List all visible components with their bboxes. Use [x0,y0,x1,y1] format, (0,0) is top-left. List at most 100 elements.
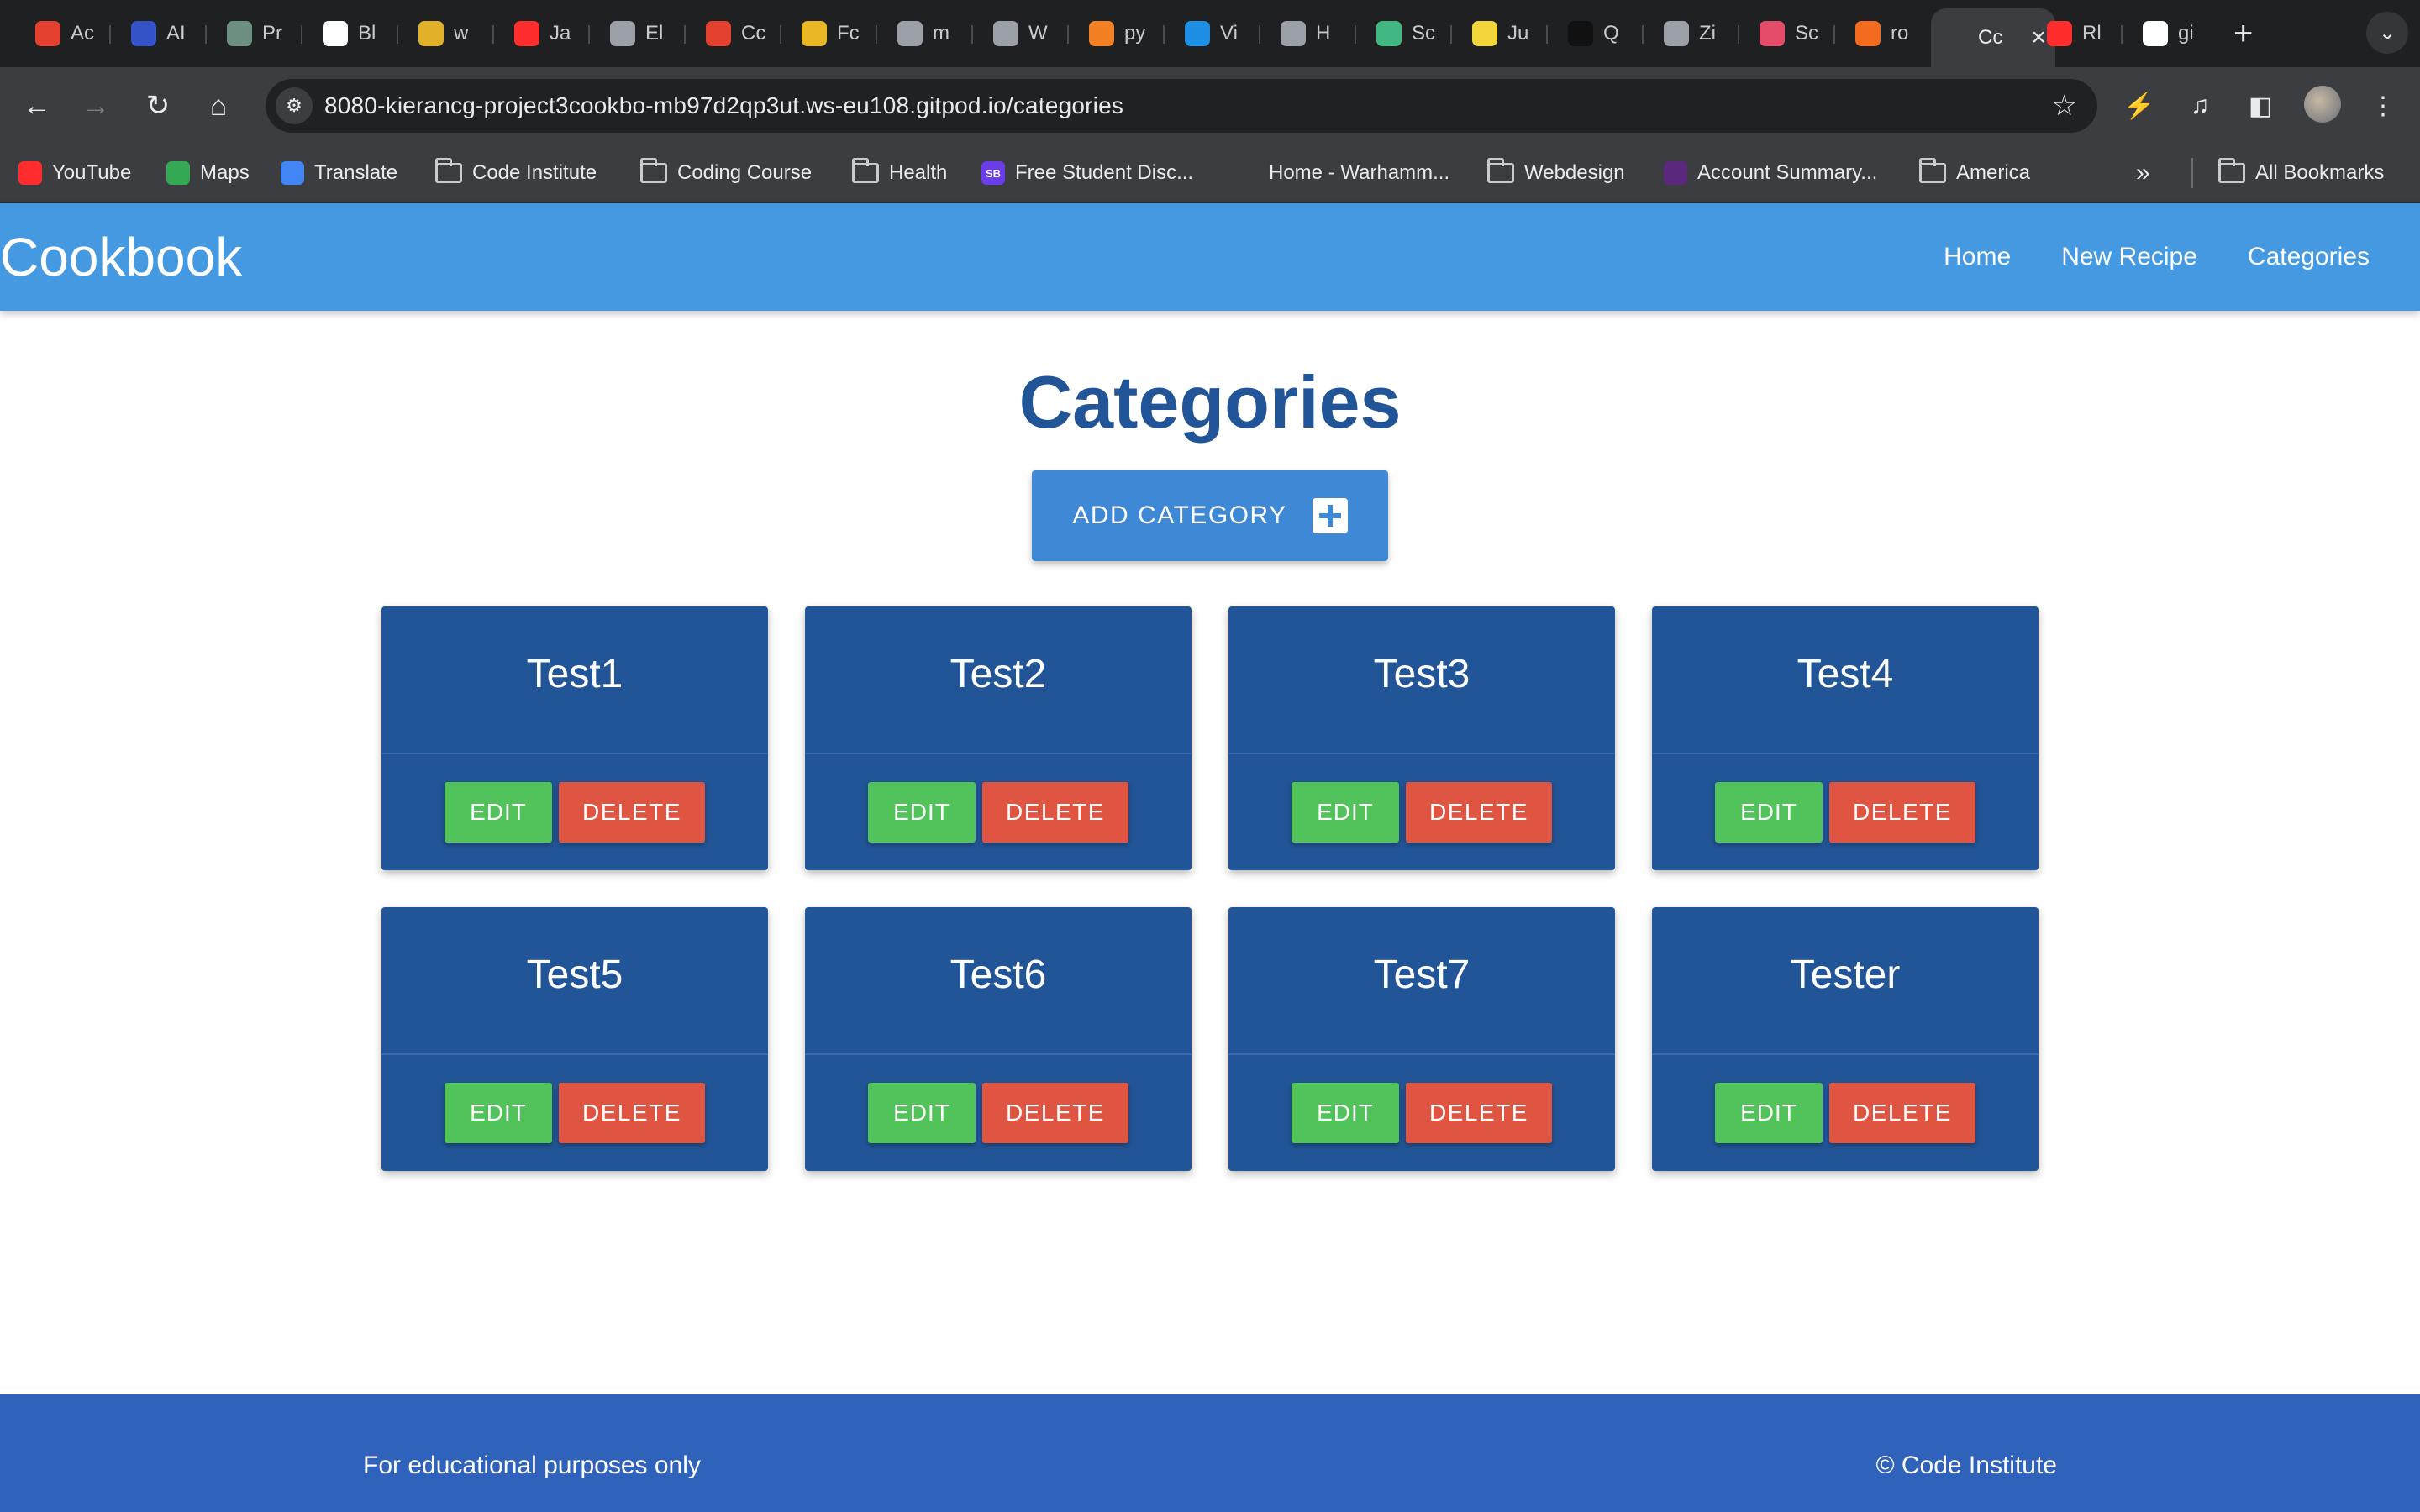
bookmark-item[interactable]: Maps [166,144,250,202]
site-settings-icon[interactable]: ⚙ [276,87,313,124]
opera-icon [35,21,60,46]
side-panel-icon[interactable]: ◧ [2242,87,2279,124]
delete-button[interactable]: DELETE [1406,1083,1552,1143]
bookmark-item[interactable]: SB Free Student Disc... [981,144,1193,202]
browser-tab[interactable]: ro [1844,12,1916,55]
browser-tab[interactable]: Pr [215,12,287,55]
nav-link-categories[interactable]: Categories [2223,203,2395,311]
browser-tab[interactable]: Ju [1460,12,1533,55]
bookmark-item[interactable]: Home - Warhamm... [1235,144,1449,202]
category-card: Test1 EDIT DELETE [381,606,768,870]
browser-tab[interactable]: H [1269,12,1341,55]
bookmark-item[interactable]: Code Institute [435,144,597,202]
browser-tab[interactable]: m [886,12,958,55]
brand-logo[interactable]: Cookbook [0,203,242,311]
bookmark-label: Health [889,161,948,184]
browser-tab[interactable]: Ac [24,12,96,55]
card-actions: EDIT DELETE [1652,1055,2039,1171]
otta-icon [1472,21,1497,46]
browser-tab[interactable]: w [407,12,479,55]
new-tab-button[interactable]: + [2233,13,2253,54]
bookmark-label: Account Summary... [1697,161,1878,184]
more-bookmarks-button[interactable]: » [2136,144,2150,202]
footer-disclaimer: For educational purposes only [363,1452,701,1479]
browser-tab-label: py [1124,22,1146,45]
reload-button[interactable]: ↻ [138,86,178,126]
nav-link-new-recipe[interactable]: New Recipe [2036,203,2223,311]
browser-tab-label: m [933,22,950,45]
browser-tab[interactable]: Sc [1748,12,1820,55]
edit-button[interactable]: EDIT [1292,782,1399,843]
youtube-icon [18,161,42,185]
browser-tab[interactable]: Rl [2035,12,2107,55]
delete-button[interactable]: DELETE [1829,782,1975,843]
back-button[interactable]: ← [17,86,57,126]
bookmark-label: Free Student Disc... [1015,161,1194,184]
bookmark-item[interactable]: America [1919,144,2030,202]
bookmark-star-icon[interactable]: ☆ [2052,79,2077,133]
bookmark-item[interactable]: YouTube [18,144,131,202]
delete-button[interactable]: DELETE [559,782,705,843]
menu-kebab-icon[interactable]: ⋮ [2365,87,2402,124]
address-bar[interactable]: ⚙ 8080-kierancg-project3cookbo-mb97d2qp3… [266,79,2097,133]
tab-separator [876,25,877,44]
edit-button[interactable]: EDIT [445,1083,552,1143]
bookmark-item[interactable]: Webdesign [1487,144,1625,202]
delete-button[interactable]: DELETE [982,1083,1128,1143]
all-bookmarks-button[interactable]: All Bookmarks [2218,144,2384,202]
github-icon [2143,21,2168,46]
browser-tab[interactable]: Fc [790,12,862,55]
browser-tab-label: Cc [1978,26,2003,49]
bookmark-item[interactable]: Health [852,144,947,202]
colorbar-icon [418,21,444,46]
delete-button[interactable]: DELETE [1406,782,1552,843]
home-button[interactable]: ⌂ [198,86,239,126]
browser-tab[interactable]: Q [1556,12,1628,55]
youtube-icon [2047,21,2072,46]
browser-tab[interactable]: gi [2131,12,2203,55]
browser-tab[interactable]: py [1077,12,1150,55]
browser-tab[interactable]: El [598,12,671,55]
tab-separator [205,25,207,44]
edit-button[interactable]: EDIT [868,1083,976,1143]
nav-link-home[interactable]: Home [1918,203,2036,311]
edit-button[interactable]: EDIT [1715,782,1823,843]
category-card: Test4 EDIT DELETE [1652,606,2039,870]
browser-tab[interactable]: AI [119,12,192,55]
page-title: Categories [1018,360,1402,444]
delete-button[interactable]: DELETE [982,782,1128,843]
forward-button[interactable]: → [76,86,116,126]
edit-button[interactable]: EDIT [1715,1083,1823,1143]
tab-separator [2121,25,2123,44]
browser-tab-label: Sc [1412,22,1436,45]
extension-icon[interactable]: ⚡ [2121,87,2158,124]
browser-tab[interactable]: Vi [1173,12,1245,55]
browser-tab-label: Rl [2082,22,2102,45]
bookmark-item[interactable]: Account Summary... [1664,144,1877,202]
folder-icon [640,158,667,183]
maps-pin-icon [166,161,190,185]
browser-tab[interactable]: Zi [1652,12,1724,55]
browser-tab-label: Cc [741,22,766,45]
bookmark-item[interactable]: Translate [281,144,397,202]
browser-tab-label: El [645,22,664,45]
add-category-button[interactable]: ADD CATEGORY [1032,470,1388,561]
tab-separator [684,25,686,44]
delete-button[interactable]: DELETE [1829,1083,1975,1143]
browser-tab[interactable]: Cc [694,12,766,55]
url-text[interactable]: 8080-kierancg-project3cookbo-mb97d2qp3ut… [324,79,1123,133]
edit-button[interactable]: EDIT [445,782,552,843]
browser-tab[interactable]: Ja [502,12,575,55]
delete-button[interactable]: DELETE [559,1083,705,1143]
media-controls-icon[interactable]: ♫ [2181,87,2218,124]
tab-search-button[interactable]: ⌄ [2366,12,2408,54]
g-icon [1855,21,1881,46]
browser-tab[interactable]: W [981,12,1054,55]
profile-avatar[interactable] [2304,86,2341,123]
browser-tab[interactable]: Bl [311,12,383,55]
edit-button[interactable]: EDIT [868,782,976,843]
bookmark-item[interactable]: Coding Course [640,144,812,202]
edit-button[interactable]: EDIT [1292,1083,1399,1143]
browser-tab[interactable]: Sc [1365,12,1437,55]
category-grid: Test1 EDIT DELETE Test2 EDIT DELETE Test3 EDIT D… [381,606,2039,1171]
